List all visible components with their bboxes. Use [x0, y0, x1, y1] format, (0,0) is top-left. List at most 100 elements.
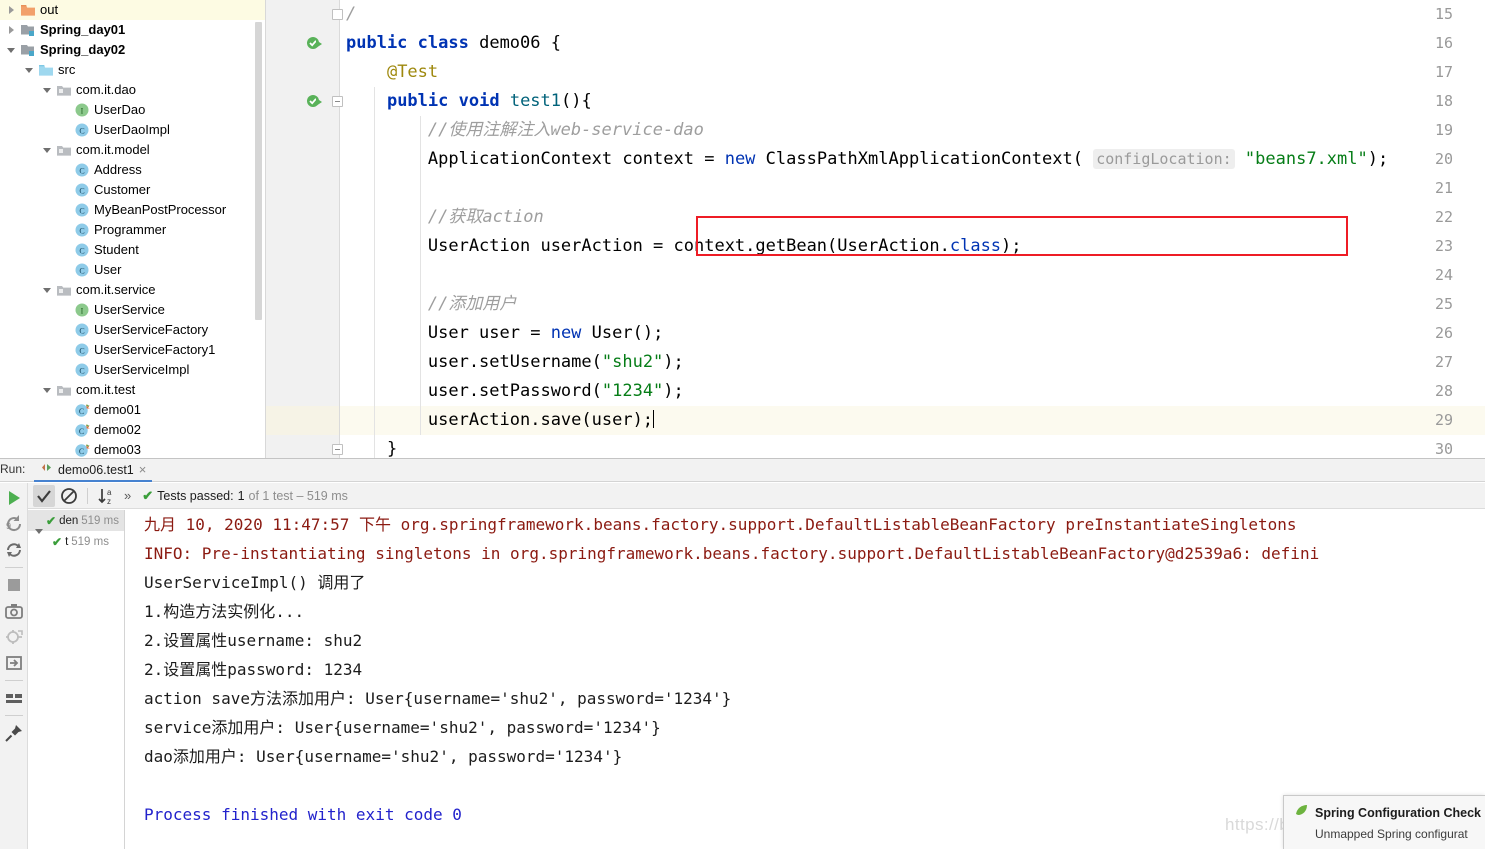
editor-line-18[interactable]: 18 public void test1(){ — [266, 87, 1485, 116]
editor-gutter[interactable] — [266, 290, 340, 319]
tree-item-userservicefactory1[interactable]: C UserServiceFactory1 — [0, 340, 266, 360]
editor-gutter[interactable] — [266, 58, 340, 87]
tree-item-src[interactable]: src — [0, 60, 266, 80]
editor-gutter[interactable] — [266, 0, 340, 29]
show-passed-icon[interactable] — [33, 484, 55, 507]
sort-alphabetically-icon[interactable]: a z — [95, 485, 117, 507]
tree-item-demo03[interactable]: Cdemo03 — [0, 440, 266, 458]
editor-line-28[interactable]: 28 user.setPassword("1234"); — [266, 377, 1485, 406]
chevron-down-icon[interactable] — [42, 284, 54, 296]
editor-line-15[interactable]: 15 / — [266, 0, 1485, 29]
editor-line-17[interactable]: 17 @Test — [266, 58, 1485, 87]
spring-configuration-check-notification[interactable]: Spring Configuration Check Unmapped Spri… — [1283, 795, 1485, 849]
tree-item-userservicefactory[interactable]: C UserServiceFactory — [0, 320, 266, 340]
run-test-gutter-icon[interactable] — [306, 35, 324, 53]
chevron-down-icon[interactable] — [42, 84, 54, 96]
chevron-down-icon[interactable] — [42, 384, 54, 396]
editor-gutter[interactable] — [266, 348, 340, 377]
editor-line-27[interactable]: 27 user.setUsername("shu2"); — [266, 348, 1485, 377]
pin-icon[interactable] — [2, 721, 26, 745]
debug-icon[interactable] — [2, 625, 26, 649]
console-output[interactable]: 九月 10, 2020 11:47:57 下午 org.springframew… — [126, 510, 1485, 849]
stop-icon[interactable] — [2, 573, 26, 597]
editor-gutter[interactable] — [266, 319, 340, 348]
tree-item-address[interactable]: C Address — [0, 160, 266, 180]
test-tree-row[interactable]: ✔ den 519 ms — [28, 510, 124, 534]
tests-passed-count: 1 — [237, 488, 245, 503]
class-icon: C — [74, 182, 90, 198]
editor-line-22[interactable]: 22 //获取action — [266, 203, 1485, 232]
tree-item-com-it-dao[interactable]: com.it.dao — [0, 80, 266, 100]
tests-total-label: of 1 test – 519 ms — [248, 488, 348, 503]
chevron-right-icon[interactable] — [6, 4, 18, 16]
chevron-down-icon[interactable] — [24, 64, 36, 76]
test-class-icon: C — [74, 402, 90, 418]
rerun-failed-icon[interactable]: 9 — [2, 512, 26, 536]
editor-line-25[interactable]: 25 //添加用户 — [266, 290, 1485, 319]
editor-gutter[interactable] — [266, 203, 340, 232]
tree-item-out[interactable]: out — [0, 0, 266, 20]
tree-item-user[interactable]: C User — [0, 260, 266, 280]
tree-item-label: com.it.dao — [76, 82, 136, 97]
editor-gutter[interactable] — [266, 29, 340, 58]
close-icon[interactable]: × — [139, 463, 147, 476]
editor-line-26[interactable]: 26 User user = new User(); — [266, 319, 1485, 348]
editor-line-text: user.setPassword("1234"); — [346, 381, 684, 401]
run-test-gutter-icon[interactable] — [306, 93, 324, 111]
editor-line-20[interactable]: 20 ApplicationContext context = new Clas… — [266, 145, 1485, 174]
editor-gutter[interactable] — [266, 87, 340, 116]
editor-line-23[interactable]: 23 UserAction userAction = context.getBe… — [266, 232, 1485, 261]
run-tab-bar: Run: demo06.test1 × — [0, 459, 1485, 482]
editor-gutter[interactable] — [266, 116, 340, 145]
editor-line-19[interactable]: 19 //使用注解注入web-service-dao — [266, 116, 1485, 145]
chevron-down-icon[interactable] — [6, 44, 18, 56]
editor-gutter[interactable] — [266, 232, 340, 261]
test-results-tree[interactable]: ✔ den 519 ms ✔ t 519 ms — [28, 510, 125, 849]
layout-icon[interactable] — [2, 686, 26, 710]
tree-item-demo02[interactable]: Cdemo02 — [0, 420, 266, 440]
test-tree-row[interactable]: ✔ t 519 ms — [28, 531, 124, 552]
editor-gutter[interactable] — [266, 377, 340, 406]
editor-gutter[interactable] — [266, 261, 340, 290]
editor-line-29[interactable]: 29 userAction.save(user); — [266, 406, 1485, 435]
project-tree-panel[interactable]: out Spring_day01 Spring_day02 src com.it.dao… — [0, 0, 266, 458]
tree-item-com-it-service[interactable]: com.it.service — [0, 280, 266, 300]
tree-item-customer[interactable]: C Customer — [0, 180, 266, 200]
code-editor[interactable]: 15/16 public class demo06 {17 @Test 18 pub… — [266, 0, 1485, 464]
tree-item-userdao[interactable]: I UserDao — [0, 100, 266, 120]
editor-line-24[interactable]: 24 — [266, 261, 1485, 290]
more-options-icon[interactable]: » — [120, 488, 135, 503]
restart-icon[interactable] — [2, 538, 26, 562]
editor-gutter[interactable] — [266, 406, 340, 435]
tree-item-userserviceimpl[interactable]: C UserServiceImpl — [0, 360, 266, 380]
editor-gutter[interactable] — [266, 174, 340, 203]
chevron-right-icon[interactable] — [6, 24, 18, 36]
editor-line-16[interactable]: 16 public class demo06 { — [266, 29, 1485, 58]
tree-item-userdaoimpl[interactable]: C UserDaoImpl — [0, 120, 266, 140]
screenshot-icon[interactable] — [2, 599, 26, 623]
code-fold-toggle[interactable] — [332, 444, 343, 455]
tree-item-com-it-test[interactable]: com.it.test — [0, 380, 266, 400]
tree-item-spring-day01[interactable]: Spring_day01 — [0, 20, 266, 40]
indent-guide — [374, 261, 375, 290]
editor-line-21[interactable]: 21 — [266, 174, 1485, 203]
tree-item-label: com.it.test — [76, 382, 136, 397]
chevron-down-icon[interactable] — [42, 144, 54, 156]
export-icon[interactable] — [2, 651, 26, 675]
tree-item-spring-day02[interactable]: Spring_day02 — [0, 40, 266, 60]
tree-item-programmer[interactable]: C Programmer — [0, 220, 266, 240]
ignore-icon[interactable] — [58, 485, 80, 507]
tree-item-label: UserDaoImpl — [94, 122, 170, 137]
tree-item-mybeanpostprocessor[interactable]: C MyBeanPostProcessor — [0, 200, 266, 220]
code-fold-toggle[interactable] — [332, 9, 343, 20]
run-icon[interactable] — [2, 486, 26, 510]
tree-item-userservice[interactable]: I UserService — [0, 300, 266, 320]
run-tab-demo06-test1[interactable]: demo06.test1 × — [34, 459, 153, 482]
editor-gutter[interactable] — [266, 145, 340, 174]
tree-item-com-it-model[interactable]: com.it.model — [0, 140, 266, 160]
project-tree-scrollbar[interactable] — [255, 22, 262, 320]
tree-item-student[interactable]: C Student — [0, 240, 266, 260]
tree-item-demo01[interactable]: Cdemo01 — [0, 400, 266, 420]
code-fold-toggle[interactable] — [332, 96, 343, 107]
